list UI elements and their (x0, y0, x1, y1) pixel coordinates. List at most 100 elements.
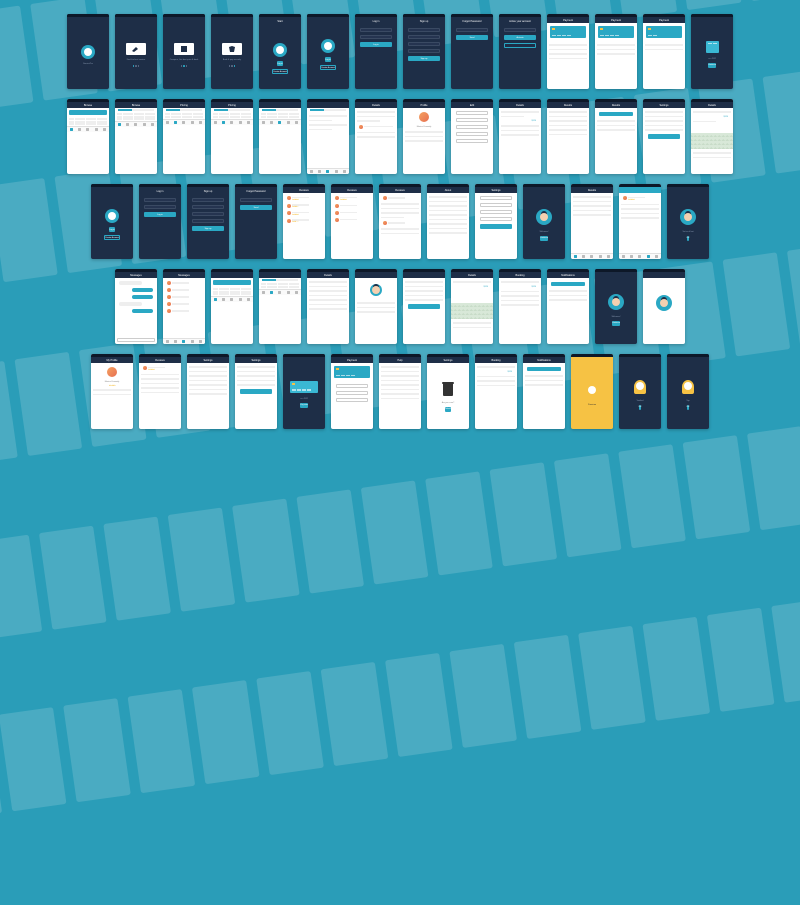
page-dots[interactable] (133, 65, 140, 67)
screen-notifications[interactable]: Notifications (547, 269, 589, 344)
screen-chat[interactable]: Messages (115, 269, 157, 344)
shield-icon (222, 43, 242, 55)
screen-cc-form-4[interactable]: Payment (331, 354, 373, 429)
screen-splash[interactable]: ServicePro (67, 14, 109, 89)
contact-item[interactable] (165, 280, 203, 286)
app-name-label: ServicePro (83, 63, 93, 65)
login-button[interactable]: Log in (277, 61, 282, 66)
worker-avatar-icon (536, 209, 552, 225)
screen-contacts[interactable]: Messages (163, 269, 205, 344)
chat-input[interactable] (117, 338, 155, 342)
screen-textpage[interactable]: About (427, 184, 469, 259)
screen-form-5[interactable]: Settings (187, 354, 229, 429)
row-2: Browse Browse Pricing Pricing Details Pr… (18, 99, 782, 174)
screen-calendar-5[interactable] (259, 99, 301, 174)
screen-welcome-1[interactable]: Welcome!Continue (523, 184, 565, 259)
screen-calendar-3[interactable]: Pricing (163, 99, 205, 174)
screen-signup[interactable]: Sign upSign up (403, 14, 445, 89)
row-4: Messages Messages Details Details$120 Bo… (18, 269, 782, 344)
row-5: My ProfileMarina Kennedy★★★★★ Reviews★★★… (18, 354, 782, 429)
tab-bar[interactable] (67, 126, 109, 132)
screen-review-1[interactable]: Reviews★★★★★ (139, 354, 181, 429)
progress-bar (118, 109, 154, 111)
screen-review-detail[interactable]: Reviews (379, 184, 421, 259)
email-field[interactable] (360, 28, 392, 32)
screen-form-1[interactable]: Edit (451, 99, 493, 174)
calendar-grid[interactable] (67, 117, 109, 126)
screen-splash-2[interactable]: Log inCreate Account (91, 184, 133, 259)
screen-start[interactable]: StartLog inCreate Account (259, 14, 301, 89)
screen-list-2[interactable]: Results (595, 99, 637, 174)
screen-onboarding-2[interactable]: Compare, Get best price & book (163, 14, 205, 89)
notif-card[interactable] (551, 282, 585, 286)
screen-textpage-2[interactable]: Help (379, 354, 421, 429)
award-badge-icon (586, 384, 598, 398)
screen-logo-auth[interactable]: Log inCreate Account (307, 14, 349, 89)
signup-button[interactable]: Create Account (272, 69, 288, 74)
screen-profile-4[interactable]: My ProfileMarina Kennedy★★★★★ (91, 354, 133, 429)
credit-card (550, 26, 586, 38)
password-field[interactable] (360, 35, 392, 39)
row-3: Log inCreate Account Log inLog in Sign u… (18, 184, 782, 259)
award-badge-icon (634, 380, 646, 394)
screen-cc-form-2[interactable]: Payment (595, 14, 637, 89)
screen-calendar-7[interactable] (211, 269, 253, 344)
chat-bubble-incoming (119, 281, 142, 285)
screen-list-5[interactable]: Booking$120 (475, 354, 517, 429)
screen-notif-2[interactable]: Notifications (523, 354, 565, 429)
avatar[interactable] (419, 112, 429, 122)
screen-welcome-2[interactable]: You're all setOK (667, 184, 709, 259)
screen-calendar-8[interactable] (259, 269, 301, 344)
screen-profile-2[interactable]: ★★★★★ (619, 184, 661, 259)
screen-cc-form-1[interactable]: Payment (547, 14, 589, 89)
screen-details-2[interactable]: Details$120 (499, 99, 541, 174)
award-badge-icon (682, 380, 694, 394)
screen-login[interactable]: Log inLog in (355, 14, 397, 89)
screen-badge-2[interactable]: VerifiedOK (619, 354, 661, 429)
screen-map-detail[interactable]: Details$120 (691, 99, 733, 174)
screen-details-3[interactable]: Details (307, 269, 349, 344)
wrench-icon (126, 43, 146, 55)
screen-worker-3[interactable]: Welcome!Continue (595, 269, 637, 344)
map-view[interactable] (691, 133, 733, 149)
screen-calendar-1[interactable]: Browse (67, 99, 109, 174)
screen-details-1[interactable]: Details (355, 99, 397, 174)
screen-reviews-list-1[interactable]: Reviews★★★★★★★★★☆★★★★★★★★☆☆ (283, 184, 325, 259)
screen-list-1[interactable]: Results (547, 99, 589, 174)
screen-list-4[interactable]: Booking$120 (499, 269, 541, 344)
worker-avatar-icon (370, 284, 382, 296)
screen-onboarding-1[interactable]: Find the best service (115, 14, 157, 89)
screen-activate[interactable]: Active your accountActivate (499, 14, 541, 89)
screen-list-3[interactable]: Results (571, 184, 613, 259)
screen-map-detail-2[interactable]: Details$120 (451, 269, 493, 344)
row-1: ServicePro Find the best service Compare… (18, 14, 782, 89)
screen-gallery: ServicePro Find the best service Compare… (0, 0, 800, 443)
screen-calendar-6[interactable] (307, 99, 349, 174)
clipboard-icon (174, 43, 194, 55)
screen-badge-3[interactable]: TopOK (667, 354, 709, 429)
review-item[interactable]: ★★★★★ (285, 195, 323, 202)
screen-signup-2[interactable]: Sign upSign up (187, 184, 229, 259)
screen-delete[interactable]: SettingsAre you sure?Delete (427, 354, 469, 429)
screen-form-6[interactable]: Settings (235, 354, 277, 429)
screen-onboarding-3[interactable]: Book & pay securely (211, 14, 253, 89)
screen-cc-form-3[interactable]: Payment (643, 14, 685, 89)
worker-avatar-icon (680, 209, 696, 225)
screen-calendar-2[interactable]: Browse (115, 99, 157, 174)
screen-form-3[interactable]: Settings (475, 184, 517, 259)
screen-cc-big[interactable]: •••• 4242Pay now (283, 354, 325, 429)
screen-badge-gold[interactable]: Premium (571, 354, 613, 429)
screen-cc-about[interactable]: •••• 4242Continue (691, 14, 733, 89)
chat-bubble-outgoing (132, 288, 153, 292)
screen-worker-4[interactable] (643, 269, 685, 344)
screen-forgot-2[interactable]: Forgot PasswordSend (235, 184, 277, 259)
screen-profile-3[interactable] (355, 269, 397, 344)
trash-icon (443, 384, 453, 396)
screen-form-2[interactable]: Settings (643, 99, 685, 174)
screen-login-2[interactable]: Log inLog in (139, 184, 181, 259)
screen-form-4[interactable] (403, 269, 445, 344)
screen-forgot[interactable]: Forgot PasswordSend (451, 14, 493, 89)
screen-reviews-list-2[interactable]: Reviews★★★★★ (331, 184, 373, 259)
screen-profile-1[interactable]: ProfileMarina Kennedy (403, 99, 445, 174)
screen-calendar-4[interactable]: Pricing (211, 99, 253, 174)
